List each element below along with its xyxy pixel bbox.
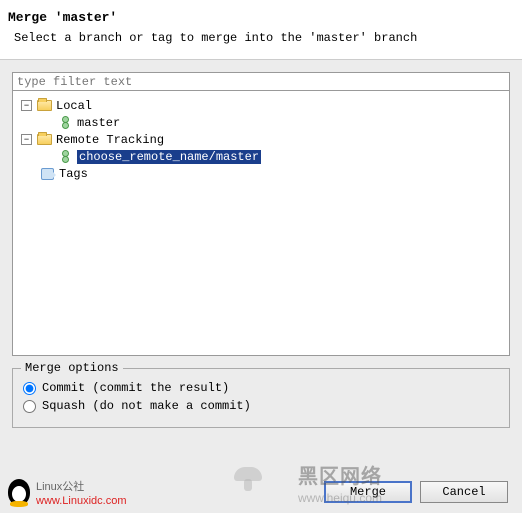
option-squash-label: Squash (do not make a commit) xyxy=(42,399,251,413)
branch-icon xyxy=(57,116,73,130)
tags-icon xyxy=(39,167,55,181)
watermark-url: www.Linuxidc.com xyxy=(36,495,126,507)
merge-button[interactable]: Merge xyxy=(324,481,412,503)
mushroom-icon xyxy=(234,467,262,491)
folder-icon xyxy=(36,133,52,147)
radio-commit[interactable] xyxy=(23,382,36,395)
collapse-icon[interactable]: − xyxy=(21,100,32,111)
tree-label: Tags xyxy=(59,167,88,181)
tree-node-remote-master[interactable]: choose_remote_name/master xyxy=(17,148,505,165)
dialog-header: Merge 'master' Select a branch or tag to… xyxy=(0,0,522,60)
branch-icon xyxy=(57,150,73,164)
dialog-subtitle: Select a branch or tag to merge into the… xyxy=(8,31,514,45)
tree-label: Local xyxy=(56,99,92,113)
watermark-sub: 公社 xyxy=(62,481,84,493)
dialog-title: Merge 'master' xyxy=(8,10,514,25)
filter-input[interactable] xyxy=(12,72,510,91)
tree-label: master xyxy=(77,116,120,130)
merge-options-group: Merge options Commit (commit the result)… xyxy=(12,368,510,428)
branch-tree[interactable]: − Local master − Remote Tracking choose_… xyxy=(12,91,510,356)
tree-node-remote[interactable]: − Remote Tracking xyxy=(17,131,505,148)
watermark-title: Linux xyxy=(36,481,62,493)
collapse-icon[interactable]: − xyxy=(21,134,32,145)
penguin-icon xyxy=(8,479,30,505)
tree-label-selected: choose_remote_name/master xyxy=(77,150,261,164)
folder-icon xyxy=(36,99,52,113)
option-commit[interactable]: Commit (commit the result) xyxy=(23,381,499,395)
merge-options-legend: Merge options xyxy=(21,361,123,375)
watermark-left: Linux公社 www.Linuxidc.com xyxy=(8,477,126,507)
option-squash[interactable]: Squash (do not make a commit) xyxy=(23,399,499,413)
tree-node-master[interactable]: master xyxy=(17,114,505,131)
tree-node-local[interactable]: − Local xyxy=(17,97,505,114)
tree-label: Remote Tracking xyxy=(56,133,164,147)
dialog-buttons: Merge Cancel xyxy=(324,481,508,503)
option-commit-label: Commit (commit the result) xyxy=(42,381,229,395)
tree-node-tags[interactable]: Tags xyxy=(17,165,505,182)
radio-squash[interactable] xyxy=(23,400,36,413)
cancel-button[interactable]: Cancel xyxy=(420,481,508,503)
